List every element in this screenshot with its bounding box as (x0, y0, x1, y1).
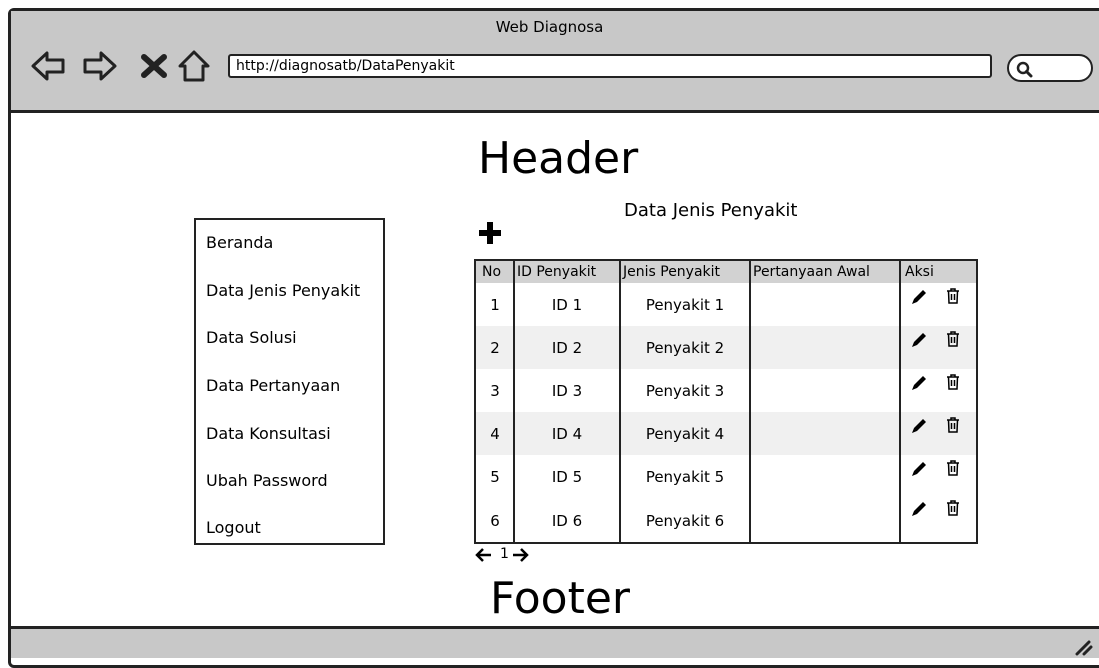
column-divider (513, 261, 515, 542)
table-row: 3 ID 3 Penyakit 3 (476, 369, 976, 412)
cell-id: ID 3 (551, 381, 583, 400)
page-number[interactable]: 1 (500, 546, 509, 562)
cell-pertanyaan (750, 369, 900, 412)
cell-id: ID 2 (551, 338, 583, 357)
trash-icon[interactable] (944, 416, 962, 434)
sidebar-item-logout[interactable]: Logout (206, 518, 261, 537)
table-row: 6 ID 6 Penyakit 6 (476, 498, 976, 542)
cell-pertanyaan (750, 498, 900, 542)
resize-grip-icon[interactable] (1073, 636, 1093, 656)
back-arrow-icon[interactable] (30, 48, 66, 84)
cell-jenis: Penyakit 4 (645, 424, 725, 443)
cell-pertanyaan (750, 283, 900, 326)
pencil-icon[interactable] (910, 500, 928, 518)
cell-id: ID 1 (551, 295, 583, 314)
page-footer: Footer (490, 573, 630, 624)
column-header-id-penyakit: ID Penyakit (517, 264, 597, 280)
column-header-pertanyaan-awal: Pertanyaan Awal (753, 264, 870, 280)
sidebar-item-data-solusi[interactable]: Data Solusi (206, 328, 297, 347)
trash-icon[interactable] (944, 373, 962, 391)
cell-jenis: Penyakit 3 (645, 381, 725, 400)
sidebar-menu: Beranda Data Jenis Penyakit Data Solusi … (194, 218, 385, 545)
cell-jenis: Penyakit 6 (645, 512, 725, 530)
column-divider (749, 261, 751, 542)
cell-pertanyaan (750, 455, 900, 498)
cell-no: 5 (490, 467, 500, 486)
sidebar-item-data-pertanyaan[interactable]: Data Pertanyaan (206, 376, 340, 395)
pencil-icon[interactable] (910, 288, 928, 306)
table-row: 2 ID 2 Penyakit 2 (476, 326, 976, 369)
cell-pertanyaan (750, 326, 900, 369)
arrow-left-icon[interactable] (475, 546, 493, 568)
close-icon[interactable] (136, 48, 172, 84)
section-title: Data Jenis Penyakit (624, 200, 798, 221)
column-header-aksi: Aksi (905, 264, 934, 280)
trash-icon[interactable] (944, 330, 962, 348)
pencil-icon[interactable] (910, 374, 928, 392)
pencil-icon[interactable] (910, 460, 928, 478)
column-header-no: No (482, 264, 502, 280)
trash-icon[interactable] (944, 287, 962, 305)
home-icon[interactable] (176, 48, 212, 84)
column-header-jenis-penyakit: Jenis Penyakit (623, 264, 721, 280)
cell-no: 3 (490, 381, 500, 400)
trash-icon[interactable] (944, 499, 962, 517)
page-header: Header (478, 133, 639, 184)
column-divider (619, 261, 621, 542)
arrow-right-icon[interactable] (511, 546, 529, 568)
cell-pertanyaan (750, 412, 900, 455)
sidebar-item-ubah-password[interactable]: Ubah Password (206, 471, 328, 490)
pencil-icon[interactable] (910, 417, 928, 435)
table-row: 5 ID 5 Penyakit 5 (476, 455, 976, 498)
disease-table: No ID Penyakit Jenis Penyakit Pertanyaan… (474, 259, 978, 544)
pencil-icon[interactable] (910, 331, 928, 349)
table-row: 4 ID 4 Penyakit 4 (476, 412, 976, 455)
cell-id: ID 5 (551, 467, 583, 486)
sidebar-item-beranda[interactable]: Beranda (206, 233, 273, 252)
add-icon[interactable] (477, 220, 503, 246)
cell-no: 2 (490, 338, 500, 357)
status-bar (11, 626, 1099, 658)
cell-jenis: Penyakit 1 (645, 295, 725, 314)
sidebar-item-data-jenis-penyakit[interactable]: Data Jenis Penyakit (206, 281, 360, 300)
column-divider (899, 261, 901, 542)
table-row: 1 ID 1 Penyakit 1 (476, 283, 976, 326)
forward-arrow-icon[interactable] (82, 48, 118, 84)
cell-no: 6 (490, 512, 500, 530)
cell-jenis: Penyakit 2 (645, 338, 725, 357)
trash-icon[interactable] (944, 459, 962, 477)
table-header: No ID Penyakit Jenis Penyakit Pertanyaan… (476, 261, 976, 283)
search-icon (1016, 61, 1033, 78)
cell-id: ID 4 (551, 424, 583, 443)
search-box[interactable] (1007, 54, 1093, 82)
toolbar-divider (11, 110, 1099, 113)
cell-jenis: Penyakit 5 (645, 467, 725, 486)
cell-no: 4 (490, 424, 500, 443)
window-title: Web Diagnosa (495, 18, 604, 36)
cell-id: ID 6 (551, 512, 583, 530)
cell-no: 1 (490, 295, 500, 314)
sidebar-item-data-konsultasi[interactable]: Data Konsultasi (206, 424, 331, 443)
address-bar[interactable]: http://diagnosatb/DataPenyakit (228, 54, 992, 78)
